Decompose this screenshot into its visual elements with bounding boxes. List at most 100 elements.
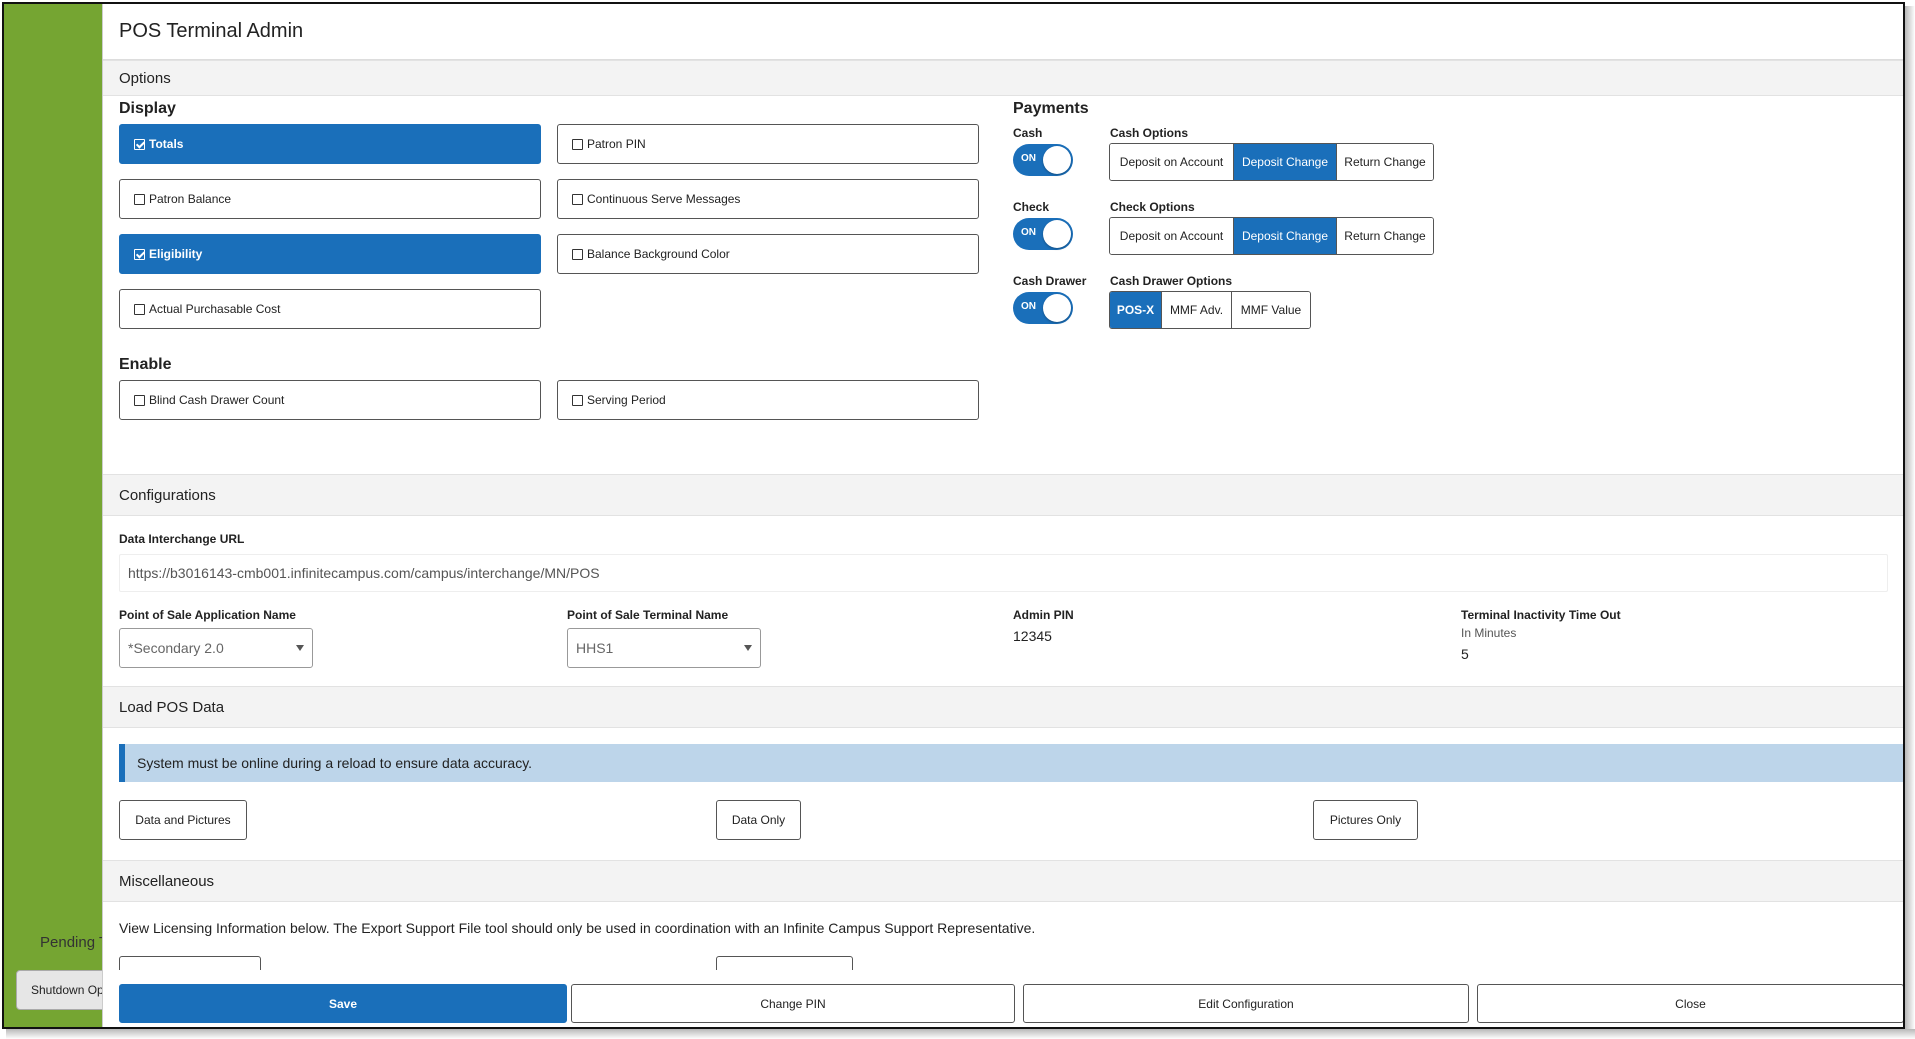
option-label: Continuous Serve Messages	[587, 192, 741, 206]
toggle-state: ON	[1021, 227, 1036, 238]
save-button[interactable]: Save	[119, 984, 567, 1023]
checkbox-icon	[134, 193, 145, 205]
option-patron-pin[interactable]: Patron PIN	[557, 124, 979, 164]
check-option-deposit-change[interactable]: Deposit Change	[1234, 218, 1337, 254]
cash-drawer-options-group: POS-X MMF Adv. MMF Value	[1109, 291, 1311, 329]
checkbox-icon	[134, 394, 145, 406]
cash-drawer-option-pos-x[interactable]: POS-X	[1110, 292, 1162, 328]
load-pos-section-header: Load POS Data	[103, 686, 1903, 728]
check-label: Check	[1013, 200, 1050, 214]
data-and-pictures-button[interactable]: Data and Pictures	[119, 800, 247, 840]
check-options-label: Check Options	[1110, 200, 1195, 214]
close-button[interactable]: Close	[1477, 984, 1903, 1023]
cash-option-return-change[interactable]: Return Change	[1337, 144, 1433, 180]
option-label: Patron Balance	[149, 192, 232, 206]
cash-option-deposit-change[interactable]: Deposit Change	[1234, 144, 1337, 180]
toggle-knob	[1043, 220, 1071, 248]
options-section-title: Options	[119, 69, 171, 87]
check-options-group: Deposit on Account Deposit Change Return…	[1109, 217, 1434, 255]
checkbox-checked-icon	[134, 248, 145, 260]
terminal-name-select[interactable]: HHS1	[567, 628, 761, 668]
change-pin-button[interactable]: Change PIN	[571, 984, 1015, 1023]
licensing-button[interactable]	[119, 956, 261, 970]
option-label: Serving Period	[587, 393, 666, 407]
pending-text: Pending T	[40, 934, 109, 951]
cash-drawer-toggle[interactable]: ON	[1013, 292, 1073, 324]
checkbox-checked-icon	[134, 138, 145, 150]
data-only-button[interactable]: Data Only	[716, 800, 801, 840]
option-label: Eligibility	[149, 247, 203, 261]
window-shadow-right	[1905, 6, 1915, 1039]
cash-drawer-option-mmf-adv[interactable]: MMF Adv.	[1162, 292, 1232, 328]
option-continuous-serve-messages[interactable]: Continuous Serve Messages	[557, 179, 979, 219]
cash-drawer-options-label: Cash Drawer Options	[1110, 274, 1233, 288]
modal-title: POS Terminal Admin	[119, 20, 304, 42]
option-actual-purchasable-cost[interactable]: Actual Purchasable Cost	[119, 289, 541, 329]
checkbox-icon	[572, 138, 583, 150]
display-heading: Display	[119, 100, 176, 117]
edit-configuration-button[interactable]: Edit Configuration	[1023, 984, 1469, 1023]
export-support-file-button[interactable]	[716, 956, 853, 970]
pos-terminal-admin-modal: POS Terminal Admin Options Display Total…	[102, 4, 1903, 1027]
toggle-state: ON	[1021, 301, 1036, 312]
checkbox-icon	[572, 394, 583, 406]
timeout-sublabel: In Minutes	[1461, 626, 1517, 640]
misc-section-title: Miscellaneous	[119, 872, 215, 890]
checkbox-icon	[572, 193, 583, 205]
chevron-down-icon	[744, 645, 752, 651]
toggle-state: ON	[1021, 153, 1036, 164]
modal-body: Options Display Totals Patron PIN Patron…	[103, 60, 1903, 970]
alert-text: System must be online during a reload to…	[137, 755, 533, 771]
option-totals[interactable]: Totals	[119, 124, 541, 164]
option-label: Blind Cash Drawer Count	[149, 393, 285, 407]
cash-options-group: Deposit on Account Deposit Change Return…	[1109, 143, 1434, 181]
screenshot-frame: Pending T Shutdown Op POS Terminal Admin…	[0, 0, 1915, 1039]
admin-pin-label: Admin PIN	[1013, 608, 1074, 622]
admin-pin-value: 12345	[1013, 628, 1052, 644]
reload-alert: System must be online during a reload to…	[119, 744, 1903, 782]
check-option-deposit-on-account[interactable]: Deposit on Account	[1110, 218, 1234, 254]
check-option-return-change[interactable]: Return Change	[1337, 218, 1433, 254]
enable-heading: Enable	[119, 356, 172, 373]
option-label: Patron PIN	[587, 137, 646, 151]
option-blind-cash-drawer-count[interactable]: Blind Cash Drawer Count	[119, 380, 541, 420]
toggle-knob	[1043, 146, 1071, 174]
option-patron-balance[interactable]: Patron Balance	[119, 179, 541, 219]
payments-heading: Payments	[1013, 100, 1089, 117]
url-label: Data Interchange URL	[119, 532, 245, 546]
terminal-name-value: HHS1	[576, 640, 614, 656]
app-sidebar-green	[4, 4, 102, 1027]
app-name-value: *Secondary 2.0	[128, 640, 224, 656]
load-pos-section-title: Load POS Data	[119, 698, 225, 716]
data-interchange-url-field[interactable]: https://b3016143-cmb001.infinitecampus.c…	[119, 554, 1888, 592]
pictures-only-button[interactable]: Pictures Only	[1313, 800, 1418, 840]
option-label: Actual Purchasable Cost	[149, 302, 281, 316]
cash-drawer-label: Cash Drawer	[1013, 274, 1087, 288]
option-label: Totals	[149, 137, 184, 151]
cash-options-label: Cash Options	[1110, 126, 1189, 140]
option-balance-background-color[interactable]: Balance Background Color	[557, 234, 979, 274]
checkbox-icon	[572, 248, 583, 260]
option-serving-period[interactable]: Serving Period	[557, 380, 979, 420]
cash-toggle[interactable]: ON	[1013, 144, 1073, 176]
toggle-knob	[1043, 294, 1071, 322]
timeout-value: 5	[1461, 646, 1469, 662]
configurations-section-header: Configurations	[103, 474, 1903, 516]
configurations-section-title: Configurations	[119, 486, 216, 504]
cash-option-deposit-on-account[interactable]: Deposit on Account	[1110, 144, 1234, 180]
cash-drawer-option-mmf-value[interactable]: MMF Value	[1232, 292, 1310, 328]
misc-section-header: Miscellaneous	[103, 860, 1903, 902]
app-window: Pending T Shutdown Op POS Terminal Admin…	[2, 2, 1905, 1029]
window-shadow-bottom	[6, 1029, 1915, 1039]
app-name-label: Point of Sale Application Name	[119, 608, 296, 622]
checkbox-icon	[134, 303, 145, 315]
check-toggle[interactable]: ON	[1013, 218, 1073, 250]
timeout-label: Terminal Inactivity Time Out	[1461, 608, 1621, 622]
option-label: Balance Background Color	[587, 247, 730, 261]
chevron-down-icon	[296, 645, 304, 651]
modal-header: POS Terminal Admin	[103, 4, 1903, 60]
modal-footer: Save Change PIN Edit Configuration Close	[103, 980, 1903, 1027]
cash-label: Cash	[1013, 126, 1043, 140]
option-eligibility[interactable]: Eligibility	[119, 234, 541, 274]
app-name-select[interactable]: *Secondary 2.0	[119, 628, 313, 668]
